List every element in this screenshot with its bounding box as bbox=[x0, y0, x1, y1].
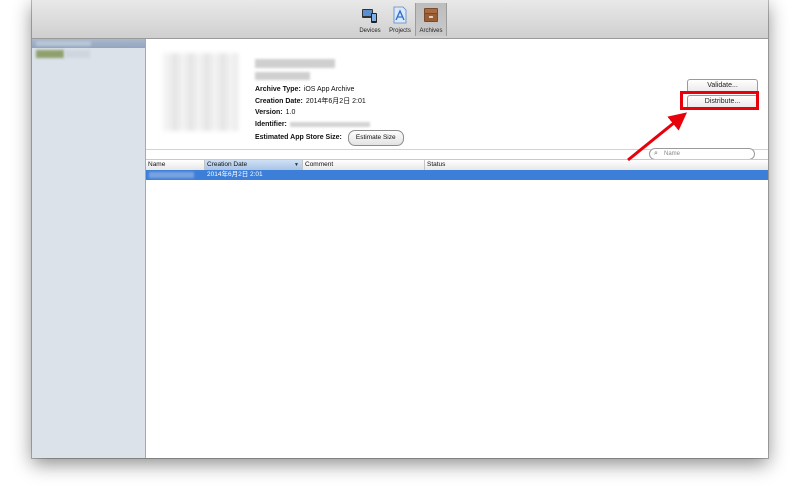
toolbar-devices[interactable]: Devices bbox=[355, 3, 385, 36]
creation-date-row: Creation Date: 2014年6月2日 2:01 bbox=[255, 96, 404, 108]
sidebar-item-redacted[interactable] bbox=[65, 50, 90, 58]
archive-type-value: iOS App Archive bbox=[303, 86, 355, 93]
projects-icon bbox=[393, 6, 407, 24]
creation-date-label: Creation Date: bbox=[255, 97, 303, 105]
archive-type-label: Archive Type: bbox=[255, 86, 301, 93]
search-placeholder: Name bbox=[664, 151, 681, 157]
sidebar-app-icon bbox=[36, 50, 64, 58]
toolbar-segment: Devices Projects Archives bbox=[355, 3, 447, 36]
toolbar-archives-label: Archives bbox=[419, 28, 443, 34]
column-header-creation-date[interactable]: Creation Date ▼ bbox=[205, 160, 303, 170]
sidebar-item-selected[interactable] bbox=[32, 39, 145, 48]
column-header-creation-date-label: Creation Date bbox=[207, 161, 248, 168]
app-subtitle-redacted bbox=[255, 72, 310, 80]
table-row[interactable]: 2014年6月2日 2:01 bbox=[146, 170, 768, 180]
creation-date-value: 2014年6月2日 2:01 bbox=[305, 97, 366, 105]
estimate-size-button[interactable]: Estimate Size bbox=[347, 130, 404, 146]
archives-icon bbox=[424, 8, 438, 22]
identifier-label: Identifier: bbox=[255, 120, 287, 128]
column-header-name[interactable]: Name bbox=[146, 160, 205, 170]
version-label: Version: bbox=[255, 109, 283, 116]
archive-details: Archive Type: iOS App Archive Creation D… bbox=[255, 84, 404, 146]
identifier-value-redacted bbox=[289, 121, 370, 127]
main-panel: Archive Type: iOS App Archive Creation D… bbox=[146, 39, 768, 458]
search-icon: ⌕ bbox=[654, 150, 658, 157]
identifier-row: Identifier: bbox=[255, 119, 404, 131]
toolbar-projects[interactable]: Projects bbox=[385, 3, 415, 36]
organizer-window: Devices Projects Archives Archive Type: … bbox=[32, 0, 768, 458]
sort-descending-icon: ▼ bbox=[294, 162, 299, 168]
column-header-comment[interactable]: Comment bbox=[303, 160, 425, 170]
toolbar: Devices Projects Archives bbox=[32, 0, 768, 39]
toolbar-projects-label: Projects bbox=[389, 28, 411, 34]
archive-info-panel: Archive Type: iOS App Archive Creation D… bbox=[146, 39, 768, 150]
toolbar-devices-label: Devices bbox=[359, 28, 381, 34]
estimated-size-row: Estimated App Store Size: Estimate Size bbox=[255, 130, 404, 146]
sidebar bbox=[32, 39, 146, 458]
estimated-size-label: Estimated App Store Size: bbox=[255, 134, 342, 141]
version-row: Version: 1.0 bbox=[255, 107, 404, 119]
sidebar-item-label-redacted bbox=[36, 41, 91, 46]
version-value: 1.0 bbox=[285, 109, 296, 116]
distribute-highlight-box bbox=[680, 91, 759, 110]
row-name-redacted bbox=[149, 172, 194, 178]
app-name-redacted bbox=[255, 59, 335, 68]
row-creation-date: 2014年6月2日 2:01 bbox=[207, 171, 263, 178]
app-icon bbox=[163, 53, 238, 131]
archive-type-row: Archive Type: iOS App Archive bbox=[255, 84, 404, 96]
column-header-status[interactable]: Status bbox=[425, 160, 768, 170]
devices-icon bbox=[362, 9, 377, 23]
toolbar-archives[interactable]: Archives bbox=[415, 3, 447, 36]
